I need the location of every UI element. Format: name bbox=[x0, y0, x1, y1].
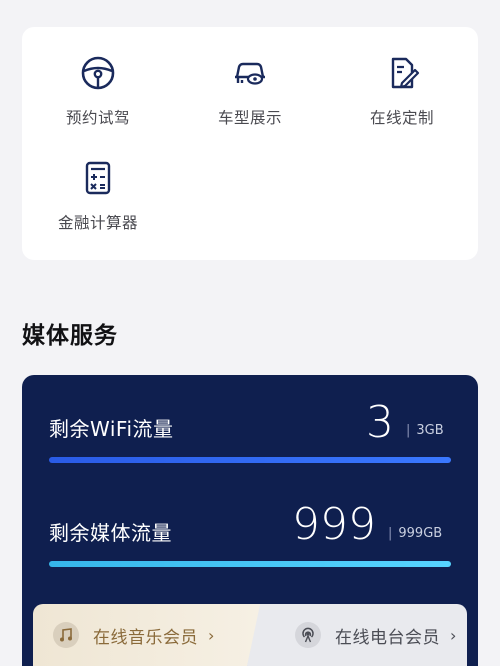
calculator-icon bbox=[85, 161, 111, 195]
customize-document-icon bbox=[391, 57, 420, 89]
radio-membership-button[interactable]: 在线电台会员 › bbox=[247, 604, 467, 666]
media-traffic-value: 999 bbox=[292, 499, 376, 550]
wifi-traffic-label: 剩余WiFi流量 bbox=[49, 417, 174, 441]
radio-membership-label: 在线电台会员 bbox=[335, 627, 440, 648]
online-customize-button[interactable]: 在线定制 bbox=[326, 53, 478, 128]
wifi-unit-text: 3GB bbox=[416, 423, 444, 438]
finance-calculator-button[interactable]: 金融计算器 bbox=[22, 158, 174, 233]
media-traffic-unit: | 999GB bbox=[388, 526, 442, 541]
test-drive-label: 预约试驾 bbox=[65, 109, 130, 127]
media-section-title: 媒体服务 bbox=[22, 323, 118, 349]
finance-calculator-label: 金融计算器 bbox=[57, 214, 138, 232]
media-unit-separator: | bbox=[388, 526, 393, 541]
radio-badge bbox=[295, 622, 321, 648]
music-membership-button[interactable]: 在线音乐会员 › bbox=[33, 604, 261, 666]
car-models-label: 车型展示 bbox=[217, 109, 282, 127]
music-membership-label: 在线音乐会员 bbox=[93, 627, 198, 648]
services-card: 预约试驾 车型展示 在线定制 金融计算器 bbox=[22, 27, 478, 260]
music-note-icon bbox=[60, 628, 72, 642]
wifi-unit-separator: | bbox=[406, 423, 411, 438]
chevron-right-icon: › bbox=[450, 625, 457, 645]
online-customize-label: 在线定制 bbox=[369, 109, 434, 127]
wifi-traffic-value: 3 bbox=[366, 397, 394, 448]
media-traffic-bar bbox=[49, 561, 451, 567]
wifi-traffic-bar bbox=[49, 457, 451, 463]
steering-wheel-icon bbox=[81, 56, 115, 90]
wifi-traffic-unit: | 3GB bbox=[406, 423, 444, 438]
chevron-right-icon: › bbox=[208, 625, 215, 645]
radio-broadcast-icon bbox=[302, 627, 314, 643]
membership-bar: 在线音乐会员 › 在线电台会员 › bbox=[33, 604, 467, 666]
test-drive-button[interactable]: 预约试驾 bbox=[22, 53, 174, 128]
media-traffic-label: 剩余媒体流量 bbox=[49, 521, 172, 545]
car-view-icon bbox=[235, 62, 265, 85]
media-unit-text: 999GB bbox=[398, 526, 443, 541]
car-models-button[interactable]: 车型展示 bbox=[174, 53, 326, 128]
music-badge bbox=[53, 622, 79, 648]
